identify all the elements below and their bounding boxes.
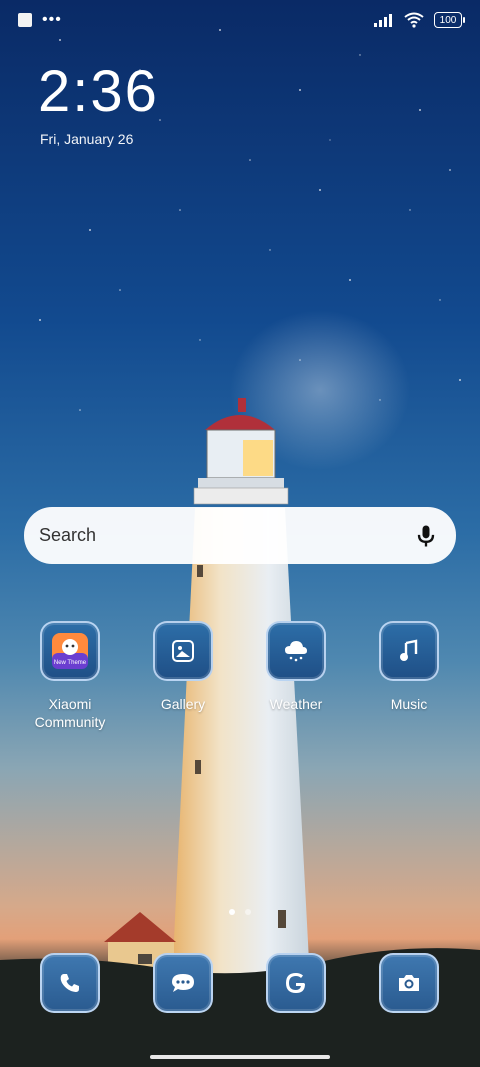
- google-icon: [266, 953, 326, 1013]
- clock-time[interactable]: 2:36: [38, 58, 159, 125]
- dock-messages[interactable]: [133, 953, 233, 1013]
- gallery-icon: [153, 621, 213, 681]
- dock-camera[interactable]: [359, 953, 459, 1013]
- status-right: 100: [374, 12, 465, 28]
- app-music[interactable]: Music: [359, 621, 459, 713]
- app-weather[interactable]: Weather: [246, 621, 346, 713]
- search-bar[interactable]: Search: [24, 507, 456, 564]
- weather-icon: [266, 621, 326, 681]
- app-label: Xiaomi Community: [34, 696, 106, 730]
- wifi-icon: [404, 12, 424, 28]
- dock-google[interactable]: [246, 953, 346, 1013]
- app-gallery[interactable]: Gallery: [133, 621, 233, 713]
- status-bar: ••• 100: [0, 0, 480, 40]
- battery-level: 100: [439, 14, 457, 26]
- app-label: Music: [390, 696, 428, 712]
- microphone-icon[interactable]: [412, 522, 440, 550]
- status-left: •••: [18, 11, 62, 28]
- phone-icon: [40, 953, 100, 1013]
- camera-icon: [379, 953, 439, 1013]
- music-icon: [379, 621, 439, 681]
- xiaomi-community-icon: New Theme: [40, 621, 100, 681]
- notification-icon: [18, 13, 32, 27]
- home-gesture-bar[interactable]: [150, 1055, 330, 1059]
- more-notifications-icon: •••: [42, 11, 62, 28]
- messages-icon: [153, 953, 213, 1013]
- app-xiaomi-community[interactable]: New Theme Xiaomi Community: [20, 621, 120, 731]
- clock-date[interactable]: Fri, January 26: [40, 131, 133, 147]
- page-dot: [245, 909, 251, 915]
- signal-icon: [374, 14, 392, 27]
- page-indicator: [229, 909, 251, 915]
- app-label: Weather: [269, 696, 323, 712]
- battery-icon: 100: [434, 12, 465, 28]
- svg-text:New Theme: New Theme: [54, 660, 87, 666]
- dock-phone[interactable]: [20, 953, 120, 1013]
- page-dot-active: [229, 909, 235, 915]
- search-placeholder: Search: [39, 525, 97, 545]
- app-label: Gallery: [160, 696, 206, 712]
